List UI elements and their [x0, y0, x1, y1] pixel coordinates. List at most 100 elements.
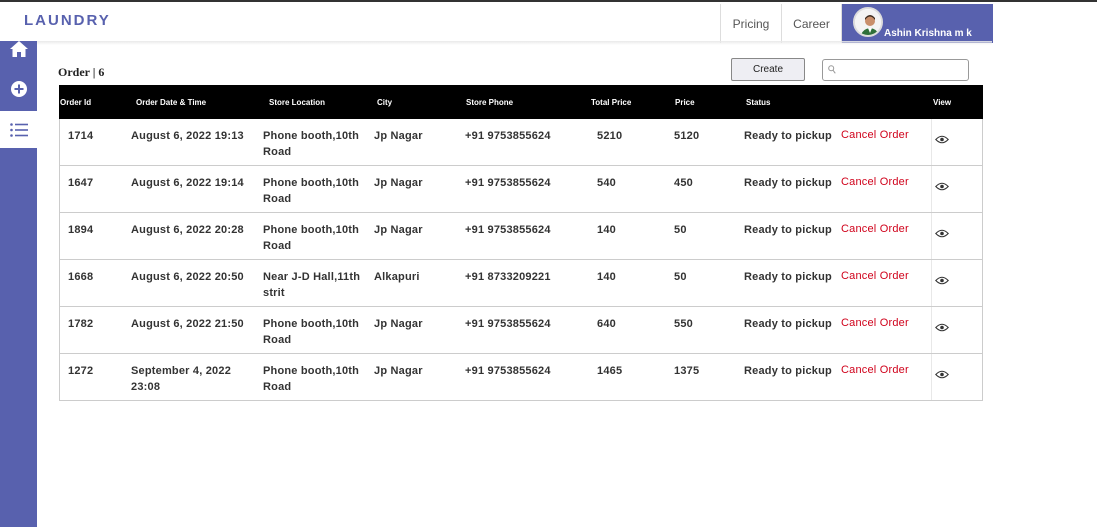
table-row[interactable]: 1782 August 6, 2022 21:50 Phone booth,10th… — [59, 307, 983, 354]
cell-store-location: Phone booth,10th Road — [263, 130, 360, 158]
cell-price: 50 — [674, 224, 687, 236]
cell-store-phone: +91 8733209221 — [465, 271, 551, 283]
cell-store-phone: +91 9753855624 — [465, 177, 551, 189]
cell-status: Ready to pickup — [744, 130, 832, 142]
view-order-button[interactable] — [935, 323, 949, 335]
eye-icon — [935, 182, 949, 191]
eye-icon — [935, 370, 949, 379]
cell-store-phone: +91 9753855624 — [465, 365, 551, 377]
search-input[interactable] — [822, 59, 969, 81]
eye-icon — [935, 323, 949, 332]
cell-store-location: Phone booth,10th Road — [263, 318, 360, 346]
cell-order-date: August 6, 2022 21:50 — [131, 318, 244, 330]
cell-price: 5120 — [674, 130, 700, 142]
column-divider — [931, 307, 932, 353]
cell-status: Ready to pickup — [744, 271, 832, 283]
user-name: Ashin Krishna m k — [884, 28, 972, 39]
cancel-order-link[interactable]: Cancel Order — [841, 317, 909, 329]
cell-order-date: August 6, 2022 20:50 — [131, 271, 244, 283]
cell-city: Alkapuri — [374, 271, 420, 283]
column-divider — [931, 119, 932, 165]
cell-total-price: 140 — [597, 224, 616, 236]
cell-order-id: 1272 — [68, 365, 94, 377]
sidebar — [0, 41, 37, 527]
cancel-order-link[interactable]: Cancel Order — [841, 129, 909, 141]
column-divider — [931, 213, 932, 259]
col-total-price: Total Price — [591, 98, 632, 107]
cell-city: Jp Nagar — [374, 365, 423, 377]
col-store-location: Store Location — [269, 98, 326, 107]
col-view: View — [933, 98, 952, 107]
table-row[interactable]: 1272 September 4, 2022 23:08 Phone booth,1… — [59, 354, 983, 401]
col-store-phone: Store Phone — [466, 98, 514, 107]
cell-order-id: 1668 — [68, 271, 94, 283]
view-order-button[interactable] — [935, 276, 949, 288]
table-row[interactable]: 1894 August 6, 2022 20:28 Phone booth,10th… — [59, 213, 983, 260]
header-shadow — [37, 41, 992, 45]
cell-store-phone: +91 9753855624 — [465, 130, 551, 142]
cell-city: Jp Nagar — [374, 130, 423, 142]
cell-total-price: 640 — [597, 318, 616, 330]
cell-store-phone: +91 9753855624 — [465, 224, 551, 236]
orders-table: Order Id Order Date & Time Store Locatio… — [59, 85, 983, 401]
list-icon — [9, 122, 28, 137]
sidebar-item-create[interactable] — [0, 70, 37, 107]
col-order-date: Order Date & Time — [136, 98, 207, 107]
cell-total-price: 5210 — [597, 130, 623, 142]
cell-store-location: Phone booth,10th Road — [263, 177, 360, 205]
col-price: Price — [675, 98, 695, 107]
cell-city: Jp Nagar — [374, 177, 423, 189]
cell-order-id: 1782 — [68, 318, 94, 330]
cell-store-location: Phone booth,10th Road — [263, 224, 360, 252]
table-header: Order Id Order Date & Time Store Locatio… — [59, 85, 983, 119]
sidebar-item-orders[interactable] — [0, 111, 37, 148]
view-order-button[interactable] — [935, 135, 949, 147]
cell-total-price: 540 — [597, 177, 616, 189]
view-order-button[interactable] — [935, 229, 949, 241]
cancel-order-link[interactable]: Cancel Order — [841, 270, 909, 282]
search-icon — [828, 65, 836, 74]
view-order-button[interactable] — [935, 182, 949, 194]
cell-store-location: Phone booth,10th Road — [263, 365, 360, 393]
table-row[interactable]: 1714 August 6, 2022 19:13 Phone booth,10th… — [59, 119, 983, 166]
cell-total-price: 140 — [597, 271, 616, 283]
app-logo[interactable]: LAUNDRY — [24, 12, 111, 29]
eye-icon — [935, 135, 949, 144]
eye-icon — [935, 276, 949, 285]
cell-store-phone: +91 9753855624 — [465, 318, 551, 330]
sidebar-item-home[interactable] — [0, 41, 37, 59]
cell-city: Jp Nagar — [374, 318, 423, 330]
cell-order-date: August 6, 2022 20:28 — [131, 224, 244, 236]
cell-status: Ready to pickup — [744, 224, 832, 236]
view-order-button[interactable] — [935, 370, 949, 382]
cell-price: 550 — [674, 318, 693, 330]
home-icon — [9, 41, 28, 57]
col-status: Status — [746, 98, 771, 107]
cell-order-date: September 4, 2022 23:08 — [131, 365, 232, 393]
cancel-order-link[interactable]: Cancel Order — [841, 364, 909, 376]
col-order-id: Order Id — [60, 98, 92, 107]
cell-status: Ready to pickup — [744, 177, 832, 189]
cancel-order-link[interactable]: Cancel Order — [841, 223, 909, 235]
cell-status: Ready to pickup — [744, 365, 832, 377]
cell-price: 450 — [674, 177, 693, 189]
cancel-order-link[interactable]: Cancel Order — [841, 176, 909, 188]
cell-order-id: 1647 — [68, 177, 94, 189]
cell-order-id: 1894 — [68, 224, 94, 236]
user-profile-menu[interactable]: Ashin Krishna m k — [842, 4, 993, 43]
nav-pricing-link[interactable]: Pricing — [720, 4, 781, 43]
cell-order-date: August 6, 2022 19:13 — [131, 130, 244, 142]
cell-city: Jp Nagar — [374, 224, 423, 236]
avatar — [853, 7, 883, 37]
plus-circle-icon — [10, 80, 27, 97]
column-divider — [931, 260, 932, 306]
cell-status: Ready to pickup — [744, 318, 832, 330]
cell-total-price: 1465 — [597, 365, 623, 377]
cell-order-date: August 6, 2022 19:14 — [131, 177, 244, 189]
cell-order-id: 1714 — [68, 130, 94, 142]
table-row[interactable]: 1647 August 6, 2022 19:14 Phone booth,10th… — [59, 166, 983, 213]
create-button[interactable]: Create — [731, 58, 805, 81]
table-row[interactable]: 1668 August 6, 2022 20:50 Near J-D Hall,11… — [59, 260, 983, 307]
nav-career-link[interactable]: Career — [781, 4, 842, 43]
page-title: Order | 6 — [58, 65, 105, 79]
